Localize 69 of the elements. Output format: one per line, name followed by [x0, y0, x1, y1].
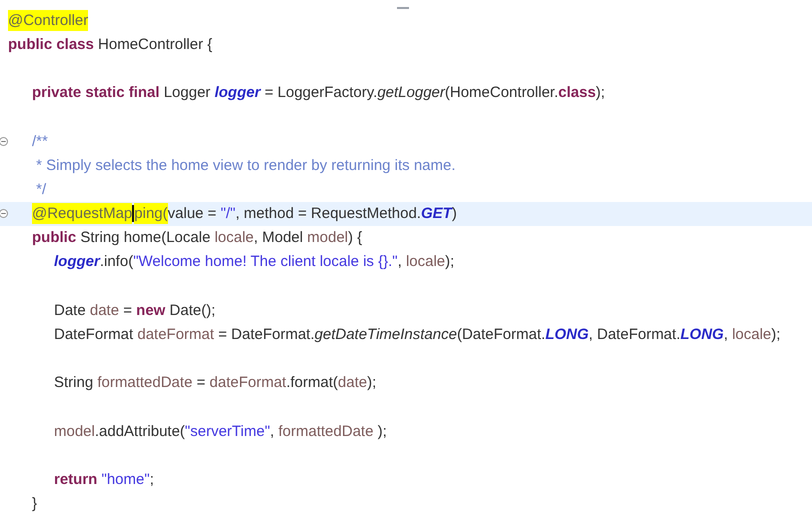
annotation: ping(: [134, 203, 168, 224]
code-text: );: [376, 422, 387, 440]
text-cursor: [132, 205, 134, 222]
comment-text: * Simply selects the home view to render by returning its name.: [35, 156, 456, 174]
code-text: Date();: [168, 302, 216, 319]
variable-name: formattedDate: [97, 374, 192, 392]
annotation: @Controller: [8, 10, 88, 31]
method-name: getLogger: [377, 84, 445, 102]
code-text: ,: [398, 253, 403, 270]
string-literal: "Welcome home! The client locale is {}.": [133, 253, 398, 270]
code-text: String: [54, 374, 94, 392]
code-text: ;: [150, 471, 154, 488]
code-text: , method = RequestMethod.: [235, 205, 421, 222]
code-text: );: [771, 326, 780, 344]
variable-name: formattedDate: [278, 422, 374, 440]
variable-name: date: [338, 374, 368, 392]
keyword: new: [136, 302, 166, 319]
keyword: private static final: [32, 84, 160, 102]
code-text: );: [596, 84, 605, 102]
code-text: HomeController {: [97, 36, 212, 53]
code-text: ) {: [348, 229, 362, 246]
collapse-icon[interactable]: [0, 136, 8, 146]
string-literal: "home": [102, 471, 150, 488]
code-text: .format(: [286, 374, 338, 392]
comment-text: /**: [32, 132, 48, 150]
keyword: class: [558, 84, 596, 102]
variable-name: dateFormat: [137, 326, 214, 344]
code-text: }: [32, 495, 38, 512]
code-text: );: [445, 253, 454, 270]
code-text: (HomeController.: [444, 84, 558, 102]
code-text: =: [122, 302, 133, 319]
variable-name: model: [54, 422, 95, 440]
code-text: Date: [54, 302, 87, 319]
collapse-icon[interactable]: [0, 209, 8, 218]
code-text: Logger: [162, 84, 212, 102]
code-text: ,: [270, 422, 276, 440]
variable-name: model: [307, 229, 348, 246]
constant-name: LONG: [545, 326, 589, 344]
variable-name: locale: [214, 229, 254, 246]
variable-name: locale: [406, 253, 446, 270]
comment-text: */: [35, 180, 46, 198]
keyword: return: [54, 471, 98, 488]
field-name: logger: [214, 84, 260, 102]
code-text: = DateFormat.: [217, 326, 315, 344]
code-text: ): [452, 205, 457, 222]
field-name: logger: [54, 253, 100, 270]
string-literal: "serverTime": [184, 422, 270, 440]
code-text: , DateFormat.: [588, 326, 680, 344]
variable-name: dateFormat: [210, 374, 286, 392]
code-text: (DateFormat.: [456, 326, 546, 344]
constant-name: LONG: [680, 326, 724, 344]
code-text: );: [367, 374, 376, 392]
code-text: ,: [724, 326, 729, 344]
variable-name: date: [90, 302, 120, 319]
annotation: @RequestMap: [32, 203, 132, 224]
string-literal: "/": [220, 205, 236, 222]
code-text: .info(: [100, 253, 134, 270]
code-text: String home(Locale: [79, 229, 212, 246]
code-text: , Model: [254, 229, 304, 246]
method-name: getDateTimeInstance: [314, 326, 457, 344]
code-text: DateFormat: [54, 326, 134, 344]
code-text: .addAttribute(: [94, 422, 185, 440]
dash-mark: [397, 7, 409, 9]
constant-name: GET: [420, 205, 452, 222]
variable-name: locale: [732, 326, 772, 344]
keyword: public: [32, 229, 76, 246]
code-text: = LoggerFactory.: [264, 84, 378, 102]
keyword: public class: [8, 36, 94, 53]
code-text: =: [196, 374, 206, 392]
